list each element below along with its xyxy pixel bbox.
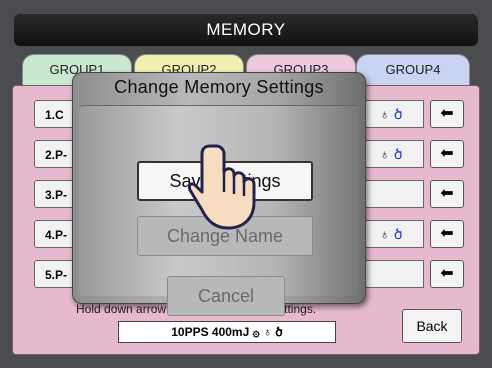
left-arrow-icon: ⬅ <box>440 265 454 282</box>
page-title: MEMORY <box>14 14 478 46</box>
preset-icons-4: ♁ ծ <box>358 220 424 248</box>
left-arrow-icon: ⬅ <box>440 185 454 202</box>
preset-icons-2: ♁ ծ <box>358 140 424 168</box>
lens-icon: ♁ <box>379 106 390 122</box>
left-arrow-icon: ⬅ <box>440 145 454 162</box>
lens-icon: ♁ <box>379 146 390 162</box>
tab-group4[interactable]: GROUP4 <box>356 54 470 89</box>
hand-pointer-icon <box>188 144 256 230</box>
back-button[interactable]: Back <box>402 309 462 343</box>
save-arrow-button-5[interactable]: ⬅ <box>430 260 464 288</box>
dialog-title: Change Memory Settings <box>114 77 324 97</box>
screen: MEMORY GROUP1 GROUP2 GROUP3 GROUP4 1.C 2… <box>0 0 492 368</box>
filter-icon: ծ <box>393 146 403 162</box>
lens-icon: ♁ <box>379 226 390 242</box>
preset-icons-5 <box>358 260 424 288</box>
save-arrow-button-3[interactable]: ⬅ <box>430 180 464 208</box>
filter-icon: ծ <box>393 106 403 122</box>
preset-icons-3 <box>358 180 424 208</box>
cancel-button[interactable]: Cancel <box>167 276 285 316</box>
save-arrow-button-4[interactable]: ⬅ <box>430 220 464 248</box>
save-arrow-button-1[interactable]: ⬅ <box>430 100 464 128</box>
status-readout: 10PPS 400mJ ۞ ♁ ծ <box>118 321 336 343</box>
preset-icons-1: ♁ ծ <box>358 100 424 128</box>
filter-icon: ծ <box>393 226 403 242</box>
left-arrow-icon: ⬅ <box>440 105 454 122</box>
left-arrow-icon: ⬅ <box>440 225 454 242</box>
save-arrow-button-2[interactable]: ⬅ <box>430 140 464 168</box>
